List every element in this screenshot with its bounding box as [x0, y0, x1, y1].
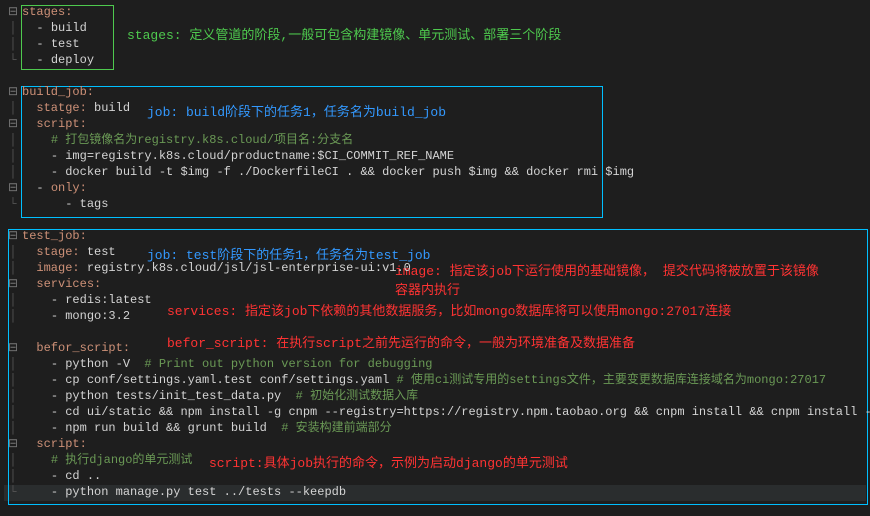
yaml-key: image: [36, 261, 79, 275]
yaml-item: mongo:3.2 [65, 309, 130, 323]
yaml-key: stages: [22, 5, 72, 19]
fold-icon[interactable]: ⊟ [4, 228, 22, 244]
yaml-comment: # 执行django的单元测试 [51, 453, 193, 467]
yaml-key: only: [51, 181, 87, 195]
yaml-item: img=registry.k8s.cloud/productname:$CI_C… [65, 149, 454, 163]
yaml-key: befor_script: [36, 341, 130, 355]
yaml-comment: # Print out python version for debugging [130, 357, 432, 371]
yaml-item: deploy [51, 53, 94, 67]
yaml-item: test [51, 37, 80, 51]
yaml-value: test [87, 245, 116, 259]
yaml-key: services: [36, 277, 101, 291]
yaml-comment: # 使用ci测试专用的settings文件，主要变更数据库连接域名为mongo:… [389, 373, 826, 387]
yaml-key: script: [36, 117, 86, 131]
yaml-item: build [51, 21, 87, 35]
yaml-value: registry.k8s.cloud/jsl/jsl-enterprise-ui… [87, 261, 411, 275]
yaml-item: cp conf/settings.yaml.test conf/settings… [65, 373, 389, 387]
yaml-value: build [94, 101, 130, 115]
yaml-key: stage: [36, 245, 79, 259]
yaml-key: test_job: [22, 229, 87, 243]
yaml-comment: # 打包镜像名为registry.k8s.cloud/项目名:分支名 [51, 133, 353, 147]
yaml-item: cd .. [65, 469, 101, 483]
fold-icon[interactable]: ⊟ [4, 4, 22, 20]
yaml-item: tags [80, 197, 109, 211]
yaml-key: script: [36, 437, 86, 451]
yaml-comment: # 安装构建前端部分 [267, 421, 392, 435]
yaml-key: build_job: [22, 85, 94, 99]
fold-icon[interactable]: ⊟ [4, 84, 22, 100]
yaml-item: python -V [65, 357, 130, 371]
yaml-item: python manage.py test ../tests --keepdb [65, 485, 346, 499]
fold-icon[interactable]: ⊟ [4, 276, 22, 292]
yaml-item: python tests/init_test_data.py [65, 389, 281, 403]
yaml-item: npm run build && grunt build [65, 421, 267, 435]
yaml-item: cd ui/static && npm install -g cnpm --re… [65, 405, 870, 419]
fold-icon[interactable]: ⊟ [4, 180, 22, 196]
yaml-item: redis:latest [65, 293, 151, 307]
code-editor: stages: 定义管道的阶段,一般可包含构建镜像、单元测试、部署三个阶段 jo… [4, 4, 866, 500]
fold-icon[interactable]: ⊟ [4, 340, 22, 356]
yaml-comment: # 初始化测试数据入库 [281, 389, 418, 403]
yaml-item: docker build -t $img -f ./DockerfileCI .… [65, 165, 634, 179]
fold-icon[interactable]: ⊟ [4, 436, 22, 452]
yaml-key: statge: [36, 101, 86, 115]
fold-icon[interactable]: ⊟ [4, 116, 22, 132]
